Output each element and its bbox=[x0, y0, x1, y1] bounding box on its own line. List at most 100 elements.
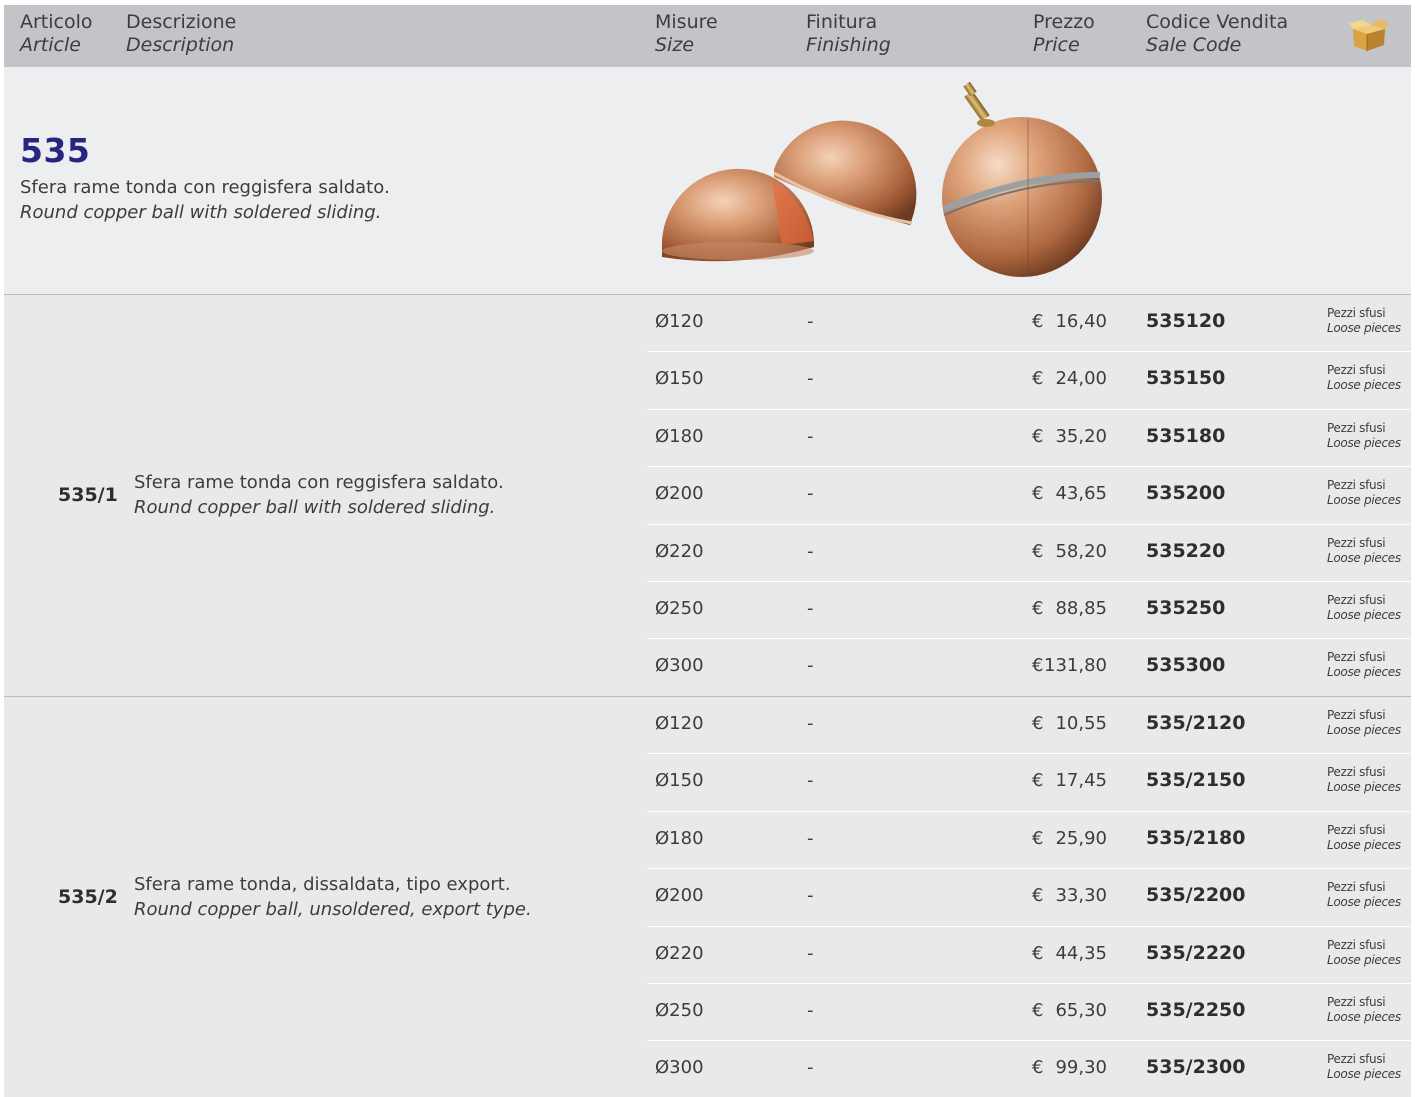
group-description: Sfera rame tonda, dissaldata, tipo expor… bbox=[134, 872, 532, 922]
finishing-cell: - bbox=[807, 770, 814, 792]
packaging-it: Pezzi sfusi bbox=[1327, 708, 1386, 722]
packaging-en: Loose pieces bbox=[1327, 1009, 1401, 1024]
packaging-cell: Pezzi sfusi Loose pieces bbox=[1327, 421, 1401, 451]
sale-code-cell: 535180 bbox=[1146, 424, 1226, 447]
packaging-it: Pezzi sfusi bbox=[1327, 880, 1386, 895]
price-cell: 35,20 bbox=[1055, 425, 1107, 447]
packaging-en: Loose pieces bbox=[1327, 321, 1401, 335]
packaging-it: Pezzi sfusi bbox=[1327, 306, 1386, 320]
finishing-cell: - bbox=[807, 999, 814, 1021]
packaging-cell: Pezzi sfusi Loose pieces bbox=[1327, 708, 1401, 738]
sale-code-cell: 535/2180 bbox=[1146, 826, 1246, 849]
price-cell: 65,30 bbox=[1055, 999, 1107, 1021]
packaging-en: Loose pieces bbox=[1327, 723, 1401, 737]
finishing-cell: - bbox=[807, 827, 814, 849]
product-group-535-2: 535/2 Sfera rame tonda, dissaldata, tipo… bbox=[4, 697, 1411, 1097]
packaging-cell: Pezzi sfusi Loose pieces bbox=[1327, 765, 1401, 795]
header-description-en: Description bbox=[126, 34, 235, 56]
table-row: Ø150 - € 24,00 535150 Pezzi sfusi Loose p… bbox=[647, 352, 1411, 410]
header-size: Misure Size bbox=[655, 11, 718, 57]
header-sale-code: Codice Vendita Sale Code bbox=[1146, 11, 1288, 57]
price-cell: 99,30 bbox=[1055, 1057, 1107, 1079]
packaging-it: Pezzi sfusi bbox=[1327, 650, 1386, 665]
price-cell: 10,55 bbox=[1055, 713, 1107, 734]
price-list-sheet: Articolo Article Descrizione Description… bbox=[4, 5, 1411, 1097]
finishing-cell: - bbox=[807, 368, 814, 390]
header-price-en: Price bbox=[1033, 34, 1080, 56]
price-cell: 58,20 bbox=[1055, 540, 1107, 562]
finishing-cell: - bbox=[807, 425, 814, 447]
price-cell: 131,80 bbox=[1044, 655, 1107, 677]
group-code: 535/2 bbox=[58, 886, 118, 908]
packaging-it: Pezzi sfusi bbox=[1327, 478, 1386, 493]
table-row: Ø300 - € 131,80 535300 Pezzi sfusi Loose … bbox=[647, 639, 1411, 696]
table-row: Ø200 - € 33,30 535/2200 Pezzi sfusi Loose… bbox=[647, 869, 1411, 927]
packaging-it: Pezzi sfusi bbox=[1327, 765, 1386, 780]
size-cell: Ø120 bbox=[655, 713, 704, 734]
finishing-cell: - bbox=[807, 713, 814, 734]
price-rows: Ø120 - € 10,55 535/2120 Pezzi sfusi Loose… bbox=[647, 697, 1411, 1097]
packaging-cell: Pezzi sfusi Loose pieces bbox=[1327, 880, 1401, 910]
packaging-en: Loose pieces bbox=[1327, 665, 1401, 680]
packaging-en: Loose pieces bbox=[1327, 895, 1401, 910]
size-cell: Ø120 bbox=[655, 311, 704, 332]
table-row: Ø220 - € 58,20 535220 Pezzi sfusi Loose p… bbox=[647, 525, 1411, 582]
group-desc-en: Round copper ball with soldered sliding. bbox=[134, 497, 496, 518]
packaging-cell: Pezzi sfusi Loose pieces bbox=[1327, 593, 1401, 623]
product-family-code: 535 bbox=[20, 131, 91, 170]
packaging-en: Loose pieces bbox=[1327, 493, 1401, 508]
finishing-cell: - bbox=[807, 540, 814, 562]
header-article-it: Articolo bbox=[20, 11, 93, 33]
packaging-cell: Pezzi sfusi Loose pieces bbox=[1327, 363, 1401, 393]
table-row: Ø180 - € 25,90 535/2180 Pezzi sfusi Loose… bbox=[647, 812, 1411, 870]
price-cell: 43,65 bbox=[1055, 483, 1107, 505]
size-cell: Ø300 bbox=[655, 655, 704, 677]
packaging-it: Pezzi sfusi bbox=[1327, 994, 1386, 1009]
header-price-it: Prezzo bbox=[1033, 11, 1095, 33]
table-row: Ø250 - € 88,85 535250 Pezzi sfusi Loose p… bbox=[647, 582, 1411, 640]
packaging-en: Loose pieces bbox=[1327, 607, 1401, 622]
packaging-cell: Pezzi sfusi Loose pieces bbox=[1327, 478, 1401, 508]
price-cell: 25,90 bbox=[1055, 827, 1107, 849]
sale-code-cell: 535300 bbox=[1146, 654, 1226, 677]
product-family-desc-it: Sfera rame tonda con reggisfera saldato. bbox=[20, 177, 390, 198]
size-cell: Ø220 bbox=[655, 942, 704, 964]
header-size-en: Size bbox=[655, 34, 695, 56]
size-cell: Ø250 bbox=[655, 999, 704, 1021]
size-cell: Ø300 bbox=[655, 1057, 704, 1079]
packaging-it: Pezzi sfusi bbox=[1327, 592, 1386, 607]
packaging-it: Pezzi sfusi bbox=[1327, 822, 1386, 837]
group-desc-it: Sfera rame tonda, dissaldata, tipo expor… bbox=[134, 874, 511, 895]
table-row: Ø180 - € 35,20 535180 Pezzi sfusi Loose p… bbox=[647, 410, 1411, 468]
finishing-cell: - bbox=[807, 1057, 814, 1079]
packaging-cell: Pezzi sfusi Loose pieces bbox=[1327, 823, 1401, 853]
price-cell: 24,00 bbox=[1055, 368, 1107, 390]
sale-code-cell: 535/2250 bbox=[1146, 998, 1246, 1021]
size-cell: Ø200 bbox=[655, 483, 704, 505]
price-cell: 33,30 bbox=[1055, 885, 1107, 907]
header-price: Prezzo Price bbox=[1033, 11, 1095, 57]
finishing-cell: - bbox=[807, 597, 814, 619]
header-description: Descrizione Description bbox=[126, 11, 236, 57]
table-row: Ø300 - € 99,30 535/2300 Pezzi sfusi Loose… bbox=[647, 1041, 1411, 1097]
sale-code-cell: 535120 bbox=[1146, 310, 1226, 332]
copper-ball-photo bbox=[661, 81, 1102, 277]
price-cell: 16,40 bbox=[1055, 311, 1107, 332]
group-desc-en: Round copper ball, unsoldered, export ty… bbox=[134, 899, 532, 920]
finishing-cell: - bbox=[807, 942, 814, 964]
finishing-cell: - bbox=[807, 655, 814, 677]
header-finishing: Finitura Finishing bbox=[806, 11, 891, 57]
size-cell: Ø150 bbox=[655, 770, 704, 792]
sale-code-cell: 535/2120 bbox=[1146, 712, 1246, 734]
packaging-en: Loose pieces bbox=[1327, 550, 1401, 565]
table-row: Ø250 - € 65,30 535/2250 Pezzi sfusi Loose… bbox=[647, 984, 1411, 1042]
size-cell: Ø180 bbox=[655, 827, 704, 849]
price-rows: Ø120 - € 16,40 535120 Pezzi sfusi Loose p… bbox=[647, 295, 1411, 697]
header-finishing-en: Finishing bbox=[806, 34, 891, 56]
packaging-en: Loose pieces bbox=[1327, 952, 1401, 967]
size-cell: Ø150 bbox=[655, 368, 704, 390]
header-finishing-it: Finitura bbox=[806, 11, 878, 33]
packaging-en: Loose pieces bbox=[1327, 837, 1401, 852]
table-row: Ø120 - € 16,40 535120 Pezzi sfusi Loose p… bbox=[647, 295, 1411, 353]
sale-code-cell: 535200 bbox=[1146, 482, 1226, 505]
